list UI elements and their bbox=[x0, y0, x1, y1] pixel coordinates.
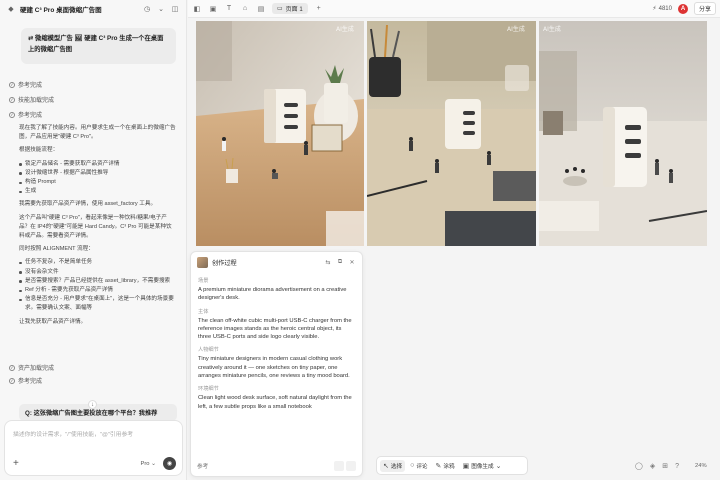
section-scene: 场景 A premium miniature diorama advertise… bbox=[198, 278, 347, 302]
credits-counter[interactable]: ⚡ 4810 bbox=[652, 5, 672, 13]
avatar[interactable]: A bbox=[677, 3, 688, 14]
image-icon[interactable]: ▣ bbox=[208, 4, 218, 14]
check-list: 任务不复杂，不是简单任务 没有会杂文件 是否需要搜索？产品已经提供在 asset… bbox=[19, 258, 177, 313]
list-item: 任务不复杂，不是简单任务 bbox=[19, 258, 177, 267]
cursor-icon: ↖ bbox=[383, 462, 389, 470]
chevron-down-icon[interactable]: ⌄ bbox=[156, 4, 166, 14]
list-item: 没有会杂文件 bbox=[19, 268, 177, 277]
watermark-1: AI生成 bbox=[336, 25, 354, 33]
project-title[interactable]: 硬建 C³ Pro 桌面微缩广告图 bbox=[20, 4, 138, 14]
status-item[interactable]: ✓ 参考完成 bbox=[9, 376, 42, 385]
reference-thumb[interactable] bbox=[346, 461, 356, 471]
image-generate-tool[interactable]: ▣ 图像生成 ⌄ bbox=[460, 460, 505, 472]
lock-icon[interactable]: ⌂ bbox=[240, 4, 250, 14]
check-icon: ✓ bbox=[9, 111, 15, 118]
image-icon: ▣ bbox=[462, 462, 470, 470]
canvas-toolbar: ↖ 选择 ○ 评论 ✎ 涂鸦 ▣ 图像生成 ⌄ bbox=[376, 456, 528, 475]
list-item: Ref 分析 - 需要先获取产品资产详情 bbox=[19, 286, 177, 295]
creation-process-panel: 创作过程 ⇆ ⧉ ✕ 场景 A premium miniature dioram… bbox=[190, 251, 363, 477]
brush-icon: ✎ bbox=[435, 462, 442, 470]
brush-tool[interactable]: ✎ 涂鸦 bbox=[433, 460, 458, 472]
text-icon[interactable]: T bbox=[224, 4, 234, 14]
step-list: 锁定产品储名 - 需要获取产品资产详情 设计微缩世界 - 根据产品属性推导 构造… bbox=[19, 160, 177, 197]
input-placeholder: 描述你的设计需求，"/"使用技能，"@"引用参考 bbox=[13, 432, 134, 438]
zoom-level[interactable]: 24% bbox=[695, 463, 707, 469]
page-icon: ▭ bbox=[277, 6, 283, 12]
bolt-icon: ⚡ bbox=[652, 6, 657, 12]
status-item[interactable]: ✓ 参考完成 bbox=[9, 80, 42, 89]
reference-thumb[interactable] bbox=[334, 461, 344, 471]
list-item: 设计微缩世界 - 根据产品属性推导 bbox=[19, 169, 177, 178]
add-page-icon[interactable]: + bbox=[314, 4, 324, 14]
sidebar-toggle-icon[interactable]: ◧ bbox=[192, 4, 202, 14]
layers-icon[interactable]: ◈ bbox=[650, 462, 655, 470]
add-attachment-icon[interactable]: + bbox=[13, 458, 19, 469]
share-button[interactable]: 分享 bbox=[693, 2, 716, 15]
model-selector[interactable]: Pro ⌄ bbox=[141, 461, 157, 467]
status-item[interactable]: ✓ 参考完成 bbox=[9, 110, 42, 119]
generated-image-2[interactable]: AI生成 bbox=[367, 21, 536, 246]
expand-icon[interactable]: ⇆ bbox=[324, 259, 332, 266]
reference-label: 参考 bbox=[197, 464, 209, 470]
watermark-3: AI生成 bbox=[543, 25, 561, 33]
chat-input[interactable]: 描述你的设计需求，"/"使用技能，"@"引用参考 + Pro ⌄ ◉ bbox=[4, 420, 183, 476]
question-bubble: Q: 这张微缩广告图主要投放在哪个平台？我推荐 bbox=[19, 404, 177, 421]
send-button[interactable]: ◉ bbox=[163, 457, 176, 470]
creation-panel-header: 创作过程 ⇆ ⧉ ✕ bbox=[191, 252, 362, 272]
list-item: 构造 Prompt bbox=[19, 178, 177, 187]
chat-header: ◆ 硬建 C³ Pro 桌面微缩广告图 ◷ ⌄ ◫ bbox=[0, 0, 186, 18]
list-item: 信息是否充分 - 用户要求"在桌面上"，这是一个具体的场景要求。需要确认文案、面… bbox=[19, 295, 177, 313]
copy-icon[interactable]: ⧉ bbox=[336, 259, 344, 266]
close-icon[interactable]: ✕ bbox=[348, 259, 356, 266]
comment-icon: ○ bbox=[410, 462, 415, 469]
section-environment: 环境细节 Clean light wood desk surface, soft… bbox=[198, 386, 352, 410]
section-characters: 人物细节 Tiny miniature designers in modern … bbox=[198, 347, 350, 380]
chat-panel: ◆ 硬建 C³ Pro 桌面微缩广告图 ◷ ⌄ ◫ ⇄ 微缩模型广告 🖼 硬建 … bbox=[0, 0, 187, 480]
generated-image-3[interactable]: AI生成 bbox=[539, 21, 707, 246]
list-item: 生成 bbox=[19, 187, 177, 196]
view-tools: ◯ ◈ ⊞ ? bbox=[635, 462, 679, 471]
creation-panel-footer: 参考 bbox=[191, 456, 362, 476]
comment-tool[interactable]: ○ 评论 bbox=[407, 460, 430, 472]
check-icon: ✓ bbox=[9, 377, 15, 384]
check-icon: ✓ bbox=[9, 81, 15, 88]
tab-page-1[interactable]: ▭ 页面 1 bbox=[272, 3, 308, 14]
user-prompt-bubble: ⇄ 微缩模型广告 🖼 硬建 C³ Pro 生成一个在桌面上的微缩广告图 bbox=[21, 28, 176, 64]
collapse-panel-icon[interactable]: ◫ bbox=[170, 4, 180, 14]
status-item[interactable]: ✓ 技能加载完成 bbox=[9, 95, 54, 104]
check-icon: ✓ bbox=[9, 96, 15, 103]
canvas-topbar: ◧ ▣ T ⌂ ▤ ▭ 页面 1 + ⚡ 4810 A 分享 bbox=[188, 0, 720, 18]
fit-icon[interactable]: ◯ bbox=[635, 462, 643, 470]
chevron-down-icon: ⌄ bbox=[495, 462, 502, 470]
list-item: 是否需要搜索？产品已经提供在 asset_library，不需要搜索 bbox=[19, 277, 177, 286]
help-icon[interactable]: ? bbox=[675, 463, 679, 470]
grid-icon[interactable]: ⊞ bbox=[662, 462, 668, 470]
select-tool[interactable]: ↖ 选择 bbox=[380, 459, 406, 472]
scroll-down-icon[interactable]: ↓ bbox=[88, 400, 97, 409]
logo-icon: ◆ bbox=[8, 6, 14, 13]
check-icon: ✓ bbox=[9, 364, 15, 371]
history-icon[interactable]: ◷ bbox=[142, 4, 152, 14]
panel-title: 创作过程 bbox=[212, 259, 237, 267]
assistant-reasoning: 现在我了解了技能内容。用户要求生成一个在桌面上的微缩广告图，产品应用是"硬建 C… bbox=[19, 125, 177, 325]
list-item: 锁定产品储名 - 需要获取产品资产详情 bbox=[19, 160, 177, 169]
status-item[interactable]: ✓ 资产加载完成 bbox=[9, 363, 54, 372]
generated-image-1[interactable]: AI生成 bbox=[196, 21, 364, 246]
layers-icon[interactable]: ▤ bbox=[256, 4, 266, 14]
section-subject: 主体 The clean off-white cubic multi-port … bbox=[198, 308, 352, 341]
watermark-2: AI生成 bbox=[507, 25, 525, 33]
thumbnail[interactable] bbox=[197, 256, 208, 268]
